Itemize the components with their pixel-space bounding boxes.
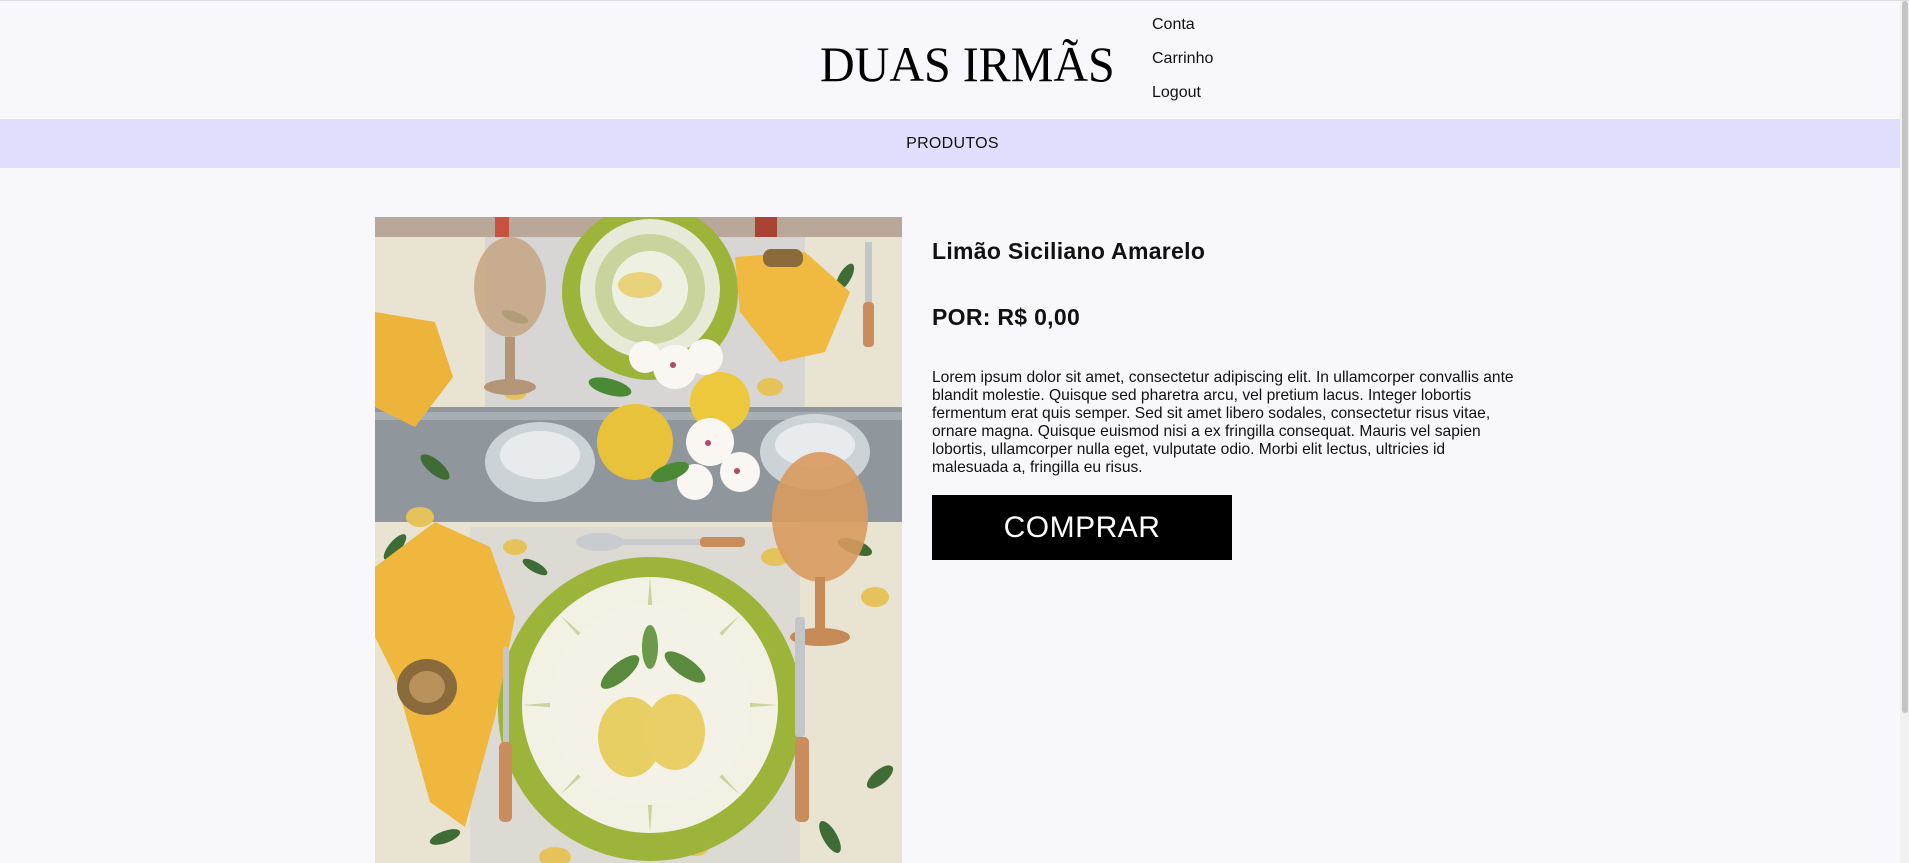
main-nav: PRODUTOS (0, 119, 1900, 168)
site-header: DUAS IRMÃS Conta Carrinho Logout (0, 1, 1900, 119)
logout-link[interactable]: Logout (1152, 83, 1213, 117)
product-image (375, 217, 902, 863)
product-details: Limão Siciliano Amarelo POR: R$ 0,00 Lor… (932, 235, 1522, 560)
scrollbar-thumb[interactable] (1902, 1, 1908, 713)
page: DUAS IRMÃS Conta Carrinho Logout PRODUTO… (0, 0, 1909, 863)
product-title: Limão Siciliano Amarelo (932, 238, 1206, 264)
buy-button[interactable]: COMPRAR (932, 495, 1232, 560)
user-menu: Conta Carrinho Logout (1152, 15, 1213, 117)
site-logo[interactable]: DUAS IRMÃS (820, 31, 1115, 97)
product-price: POR: R$ 0,00 (932, 304, 1081, 330)
cart-link[interactable]: Carrinho (1152, 49, 1213, 83)
account-link[interactable]: Conta (1152, 15, 1213, 49)
nav-item-produtos[interactable]: PRODUTOS (906, 119, 999, 168)
product-description: Lorem ipsum dolor sit amet, consectetur … (932, 369, 1514, 476)
vertical-scrollbar[interactable] (1900, 1, 1909, 863)
